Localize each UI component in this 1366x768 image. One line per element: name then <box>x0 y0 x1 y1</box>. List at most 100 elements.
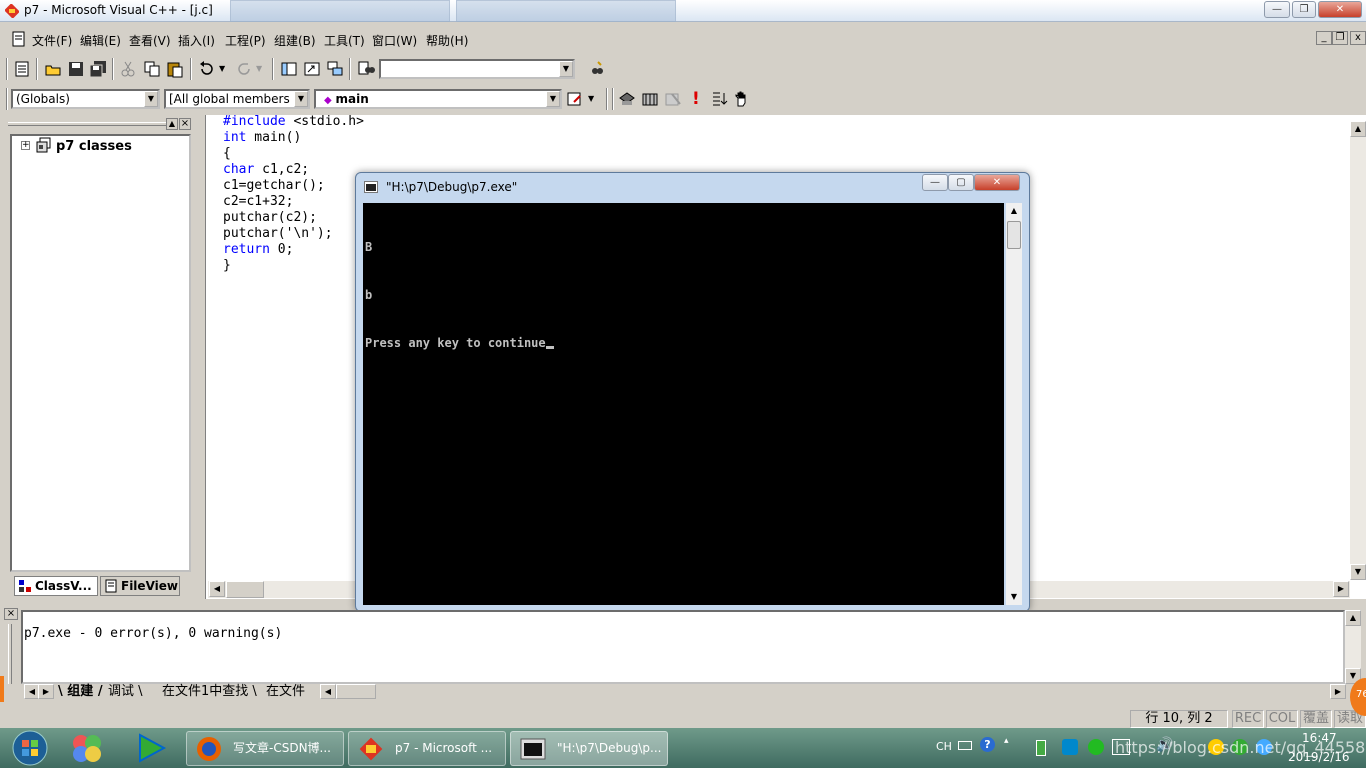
pane-maximize-button[interactable]: ▲ <box>166 118 178 130</box>
chevron-down-icon[interactable]: ▼ <box>294 91 308 107</box>
scroll-up-arrow[interactable]: ▲ <box>1350 121 1366 137</box>
find-combo[interactable]: ▼ <box>379 59 575 79</box>
redo-dropdown-arrow[interactable]: ▼ <box>256 64 262 73</box>
output-tab-debug[interactable]: 调试 \ <box>108 684 143 700</box>
pinned-app-icon[interactable] <box>70 732 104 764</box>
output-tab-find-in-files-1[interactable]: 在文件1中查找 \ <box>162 684 257 700</box>
help-icon[interactable]: ? <box>980 737 995 752</box>
toolbar-separator <box>349 58 351 80</box>
taskbar-item-console[interactable]: "H:\p7\Debug\p... <box>510 731 668 766</box>
scroll-left-arrow[interactable]: ◀ <box>209 581 225 597</box>
wizard-action-dropdown-arrow[interactable]: ▼ <box>588 94 594 103</box>
menu-view[interactable]: 查看(V) <box>129 32 171 49</box>
tray-expand-icon[interactable]: ▴ <box>1004 736 1009 746</box>
watermark-text: https://blog.csdn.net/qq_44558518 <box>1115 738 1366 757</box>
security-icon[interactable] <box>1088 739 1104 755</box>
console-maximize-button[interactable]: ▢ <box>948 174 974 191</box>
output-scroll-thumb[interactable] <box>336 684 376 699</box>
execute-icon[interactable]: ! <box>692 89 700 109</box>
wizard-action-icon[interactable] <box>566 90 584 108</box>
menu-build[interactable]: 组建(B) <box>274 32 316 49</box>
filter-combo[interactable]: [All global members ▼ <box>164 89 310 109</box>
tree-root-label[interactable]: p7 classes <box>56 139 132 154</box>
console-scroll-thumb[interactable] <box>1007 221 1021 249</box>
redo-icon[interactable] <box>235 60 253 78</box>
function-icon: ◆ <box>324 95 332 106</box>
taskbar-item-visual-cpp[interactable]: p7 - Microsoft ... <box>348 731 506 766</box>
menu-project[interactable]: 工程(P) <box>225 32 266 49</box>
minimize-button[interactable]: — <box>1264 1 1290 18</box>
tab-classview[interactable]: ClassV... <box>14 576 98 596</box>
menu-window[interactable]: 窗口(W) <box>372 32 417 49</box>
class-combo[interactable]: (Globals) ▼ <box>11 89 160 109</box>
window-list-icon[interactable] <box>326 60 344 78</box>
status-rec: REC <box>1232 710 1264 728</box>
menu-edit[interactable]: 编辑(E) <box>80 32 121 49</box>
pane-close-button[interactable]: × <box>179 118 191 130</box>
save-all-icon[interactable] <box>89 60 107 78</box>
scroll-right-arrow[interactable]: ▶ <box>1330 684 1346 699</box>
output-tab-find2-label: 在文件 <box>266 684 306 699</box>
console-minimize-button[interactable]: — <box>922 174 948 191</box>
scroll-up-arrow[interactable]: ▲ <box>1006 203 1022 219</box>
tray-app-icon[interactable] <box>1062 739 1078 755</box>
cut-icon[interactable] <box>119 60 137 78</box>
undo-dropdown-arrow[interactable]: ▼ <box>219 64 225 73</box>
chevron-down-icon[interactable]: ▼ <box>546 91 560 107</box>
mdi-close-button[interactable]: x <box>1350 31 1366 45</box>
console-window[interactable]: "H:\p7\Debug\p7.exe" — ▢ ✕ B b Press any… <box>355 172 1030 612</box>
scroll-right-arrow[interactable]: ▶ <box>1333 581 1349 597</box>
scroll-up-arrow[interactable]: ▲ <box>1345 610 1361 626</box>
find-icon[interactable] <box>588 60 606 78</box>
tab-fileview[interactable]: FileView <box>100 576 180 596</box>
menu-tools[interactable]: 工具(T) <box>324 32 365 49</box>
breakpoint-hand-icon[interactable] <box>733 90 751 108</box>
taskbar-item-browser[interactable]: 写文章-CSDN博... <box>186 731 344 766</box>
workspace-window-icon[interactable] <box>280 60 298 78</box>
scroll-down-arrow[interactable]: ▼ <box>1006 589 1022 605</box>
save-icon[interactable] <box>67 60 85 78</box>
stop-build-icon[interactable] <box>664 90 682 108</box>
undo-icon[interactable] <box>198 60 216 78</box>
mdi-restore-button[interactable]: ❐ <box>1332 31 1348 45</box>
new-text-file-icon[interactable] <box>13 60 31 78</box>
class-tree: + p7 classes <box>10 134 191 572</box>
maximize-button[interactable]: ❐ <box>1292 1 1316 18</box>
scroll-down-arrow[interactable]: ▼ <box>1350 564 1366 580</box>
output-window-icon[interactable] <box>303 60 321 78</box>
start-button-icon[interactable] <box>10 729 50 767</box>
tree-expand-icon[interactable]: + <box>21 141 30 150</box>
menu-help[interactable]: 帮助(H) <box>426 32 468 49</box>
build-icon[interactable] <box>641 90 659 108</box>
output-pane[interactable] <box>21 610 1345 684</box>
go-icon[interactable] <box>710 90 728 108</box>
horizontal-scroll-thumb[interactable] <box>226 581 264 598</box>
console-close-button[interactable]: ✕ <box>974 174 1020 191</box>
console-vertical-scrollbar[interactable]: ▲ ▼ <box>1006 203 1022 605</box>
toolbar-separator <box>190 58 192 80</box>
scroll-left-arrow[interactable]: ◀ <box>320 684 336 699</box>
output-tab-find-in-files-2[interactable]: 在文件 <box>266 684 305 700</box>
open-icon[interactable] <box>44 60 62 78</box>
menu-file[interactable]: 文件(F) <box>32 32 72 49</box>
keyboard-icon[interactable] <box>958 741 972 750</box>
find-in-files-icon[interactable] <box>357 60 375 78</box>
compile-icon[interactable] <box>618 90 636 108</box>
copy-icon[interactable] <box>143 60 161 78</box>
chevron-down-icon[interactable]: ▼ <box>144 91 158 107</box>
output-tab-debug-label: 调试 <box>108 684 135 699</box>
output-tab-build[interactable]: \ 组建 / <box>58 684 103 700</box>
output-pane-close-button[interactable]: × <box>4 608 18 620</box>
mdi-minimize-button[interactable]: _ <box>1316 31 1332 45</box>
menu-insert[interactable]: 插入(I) <box>178 32 215 49</box>
close-button[interactable]: ✕ <box>1318 1 1362 18</box>
ime-language-indicator[interactable]: CH <box>936 740 952 753</box>
console-cursor <box>545 346 554 349</box>
paste-icon[interactable] <box>166 60 184 78</box>
battery-icon[interactable] <box>1036 740 1046 756</box>
member-combo[interactable]: ◆ main ▼ <box>314 89 562 109</box>
media-player-icon[interactable] <box>134 732 168 764</box>
tab-scroll-right-arrow[interactable]: ▶ <box>38 684 54 699</box>
chevron-down-icon[interactable]: ▼ <box>559 61 573 77</box>
editor-vertical-scrollbar[interactable] <box>1350 121 1366 580</box>
